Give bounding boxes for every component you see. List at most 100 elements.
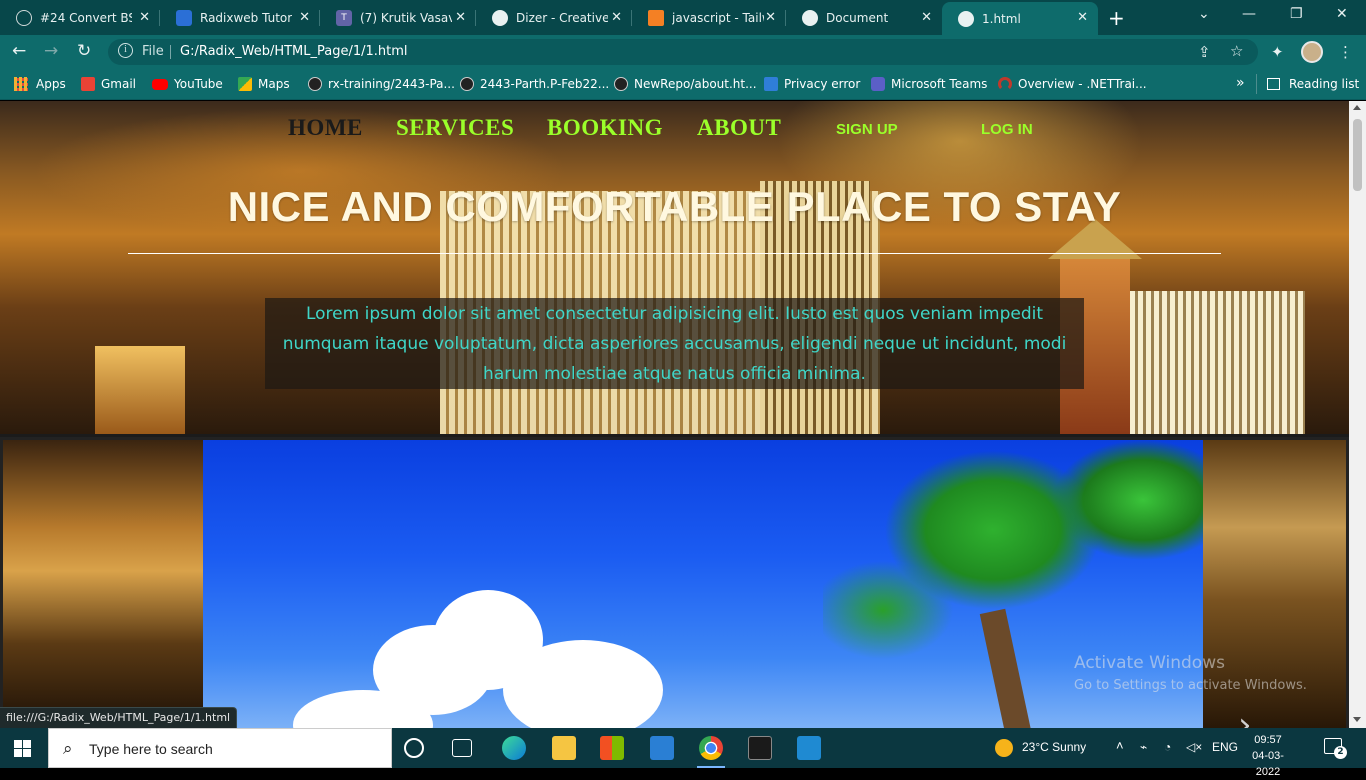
scroll-up-arrow-icon[interactable]	[1353, 105, 1361, 110]
more-bookmarks-button[interactable]: »	[1236, 75, 1245, 91]
bookmark-teams[interactable]: Microsoft Teams	[871, 77, 987, 91]
reading-list-button[interactable]: Reading list	[1267, 77, 1359, 91]
search-placeholder: Type here to search	[89, 741, 213, 757]
weather-sun-icon[interactable]	[995, 739, 1013, 757]
windows-taskbar: ⌕ Type here to search 23°C Sunny ˄ ⌁ ◔ ◁…	[0, 728, 1366, 778]
tab-6-active[interactable]: 1.html ✕	[942, 2, 1098, 35]
taskbar-clock[interactable]: 09:57 04-03-2022	[1248, 732, 1288, 780]
bookmark-2443-parth[interactable]: 2443-Parth.P-Feb22...	[460, 77, 609, 91]
menu-dots-icon[interactable]: ⋮	[1338, 43, 1353, 61]
nav-booking[interactable]: BOOKING	[547, 115, 663, 141]
tab-title: javascript - Tailwi	[672, 10, 764, 25]
tab-0[interactable]: #24 Convert BS p ✕	[0, 0, 160, 35]
tab-search-chevron-icon[interactable]: ⌄	[1198, 6, 1210, 22]
notification-center-icon[interactable]: 2	[1324, 738, 1347, 759]
scroll-down-arrow-icon[interactable]	[1353, 717, 1361, 722]
close-icon[interactable]: ✕	[455, 10, 466, 25]
edge-icon[interactable]	[502, 736, 526, 760]
url-text[interactable]: G:/Radix_Web/HTML_Page/1/1.html	[180, 44, 408, 59]
minimize-button[interactable]: —	[1242, 6, 1256, 22]
volume-muted-icon[interactable]: ◁×	[1186, 740, 1202, 754]
tray-chevron-icon[interactable]: ˄	[1116, 738, 1124, 753]
bookmark-apps[interactable]: Apps	[14, 77, 66, 91]
signup-link[interactable]: SIGN UP	[836, 121, 898, 138]
chrome-icon[interactable]	[697, 736, 725, 768]
weather-text[interactable]: 23°C Sunny	[1022, 740, 1086, 754]
tab-title: Document	[826, 10, 889, 25]
tab-1[interactable]: Radixweb Tutoria ✕	[160, 0, 320, 35]
page-scrollbar[interactable]	[1349, 101, 1366, 728]
bookmark-label: Maps	[258, 77, 290, 91]
bookmark-privacy-error[interactable]: Privacy error	[764, 77, 860, 91]
reading-list-icon	[1267, 78, 1280, 90]
mail-icon[interactable]	[650, 736, 674, 760]
share-icon[interactable]: ⇪	[1198, 43, 1211, 61]
bookmark-label: Microsoft Teams	[891, 77, 988, 91]
bookmark-label: rx-training/2443-Pa...	[328, 77, 455, 91]
headline-divider	[128, 253, 1221, 254]
bookmark-overview[interactable]: Overview - .NETTrai...	[998, 77, 1147, 91]
address-bar[interactable]: i File G:/Radix_Web/HTML_Page/1/1.html ⇪…	[108, 39, 1258, 65]
bookmark-gmail[interactable]: Gmail	[81, 77, 136, 91]
nav-services[interactable]: SERVICES	[396, 115, 514, 141]
back-button[interactable]: ←	[12, 41, 26, 61]
close-icon[interactable]: ✕	[139, 10, 150, 25]
bookmark-maps[interactable]: Maps	[238, 77, 290, 91]
restore-button[interactable]: ❐	[1290, 6, 1303, 22]
reload-button[interactable]: ↻	[77, 41, 91, 61]
close-icon[interactable]: ✕	[921, 10, 932, 25]
page-viewport: HOME SERVICES BOOKING ABOUT SIGN UP LOG …	[0, 101, 1349, 728]
cortana-icon[interactable]	[404, 738, 424, 758]
windows-start-icon[interactable]	[14, 740, 31, 757]
bookmark-label: Privacy error	[784, 77, 861, 91]
gmail-icon	[81, 77, 95, 91]
maps-icon	[238, 77, 252, 91]
tab-3[interactable]: Dizer - Creative F ✕	[476, 0, 632, 35]
github-icon	[16, 9, 32, 26]
new-tab-button[interactable]: +	[1108, 6, 1125, 30]
info-icon[interactable]: i	[118, 43, 133, 58]
youtube-icon	[152, 78, 168, 90]
bookmark-star-icon[interactable]: ☆	[1230, 42, 1243, 60]
forward-button[interactable]: →	[44, 41, 58, 61]
tab-5[interactable]: Document ✕	[786, 0, 942, 35]
language-indicator[interactable]: ENG	[1212, 740, 1238, 754]
tab-2[interactable]: T (7) Krutik Vasava ✕	[320, 0, 476, 35]
nav-home[interactable]: HOME	[288, 115, 363, 141]
globe-icon	[492, 9, 508, 26]
bookmark-youtube[interactable]: YouTube	[152, 77, 223, 91]
microsoft-store-icon[interactable]	[600, 736, 624, 760]
carousel-active-slide-image	[203, 440, 1203, 728]
github-icon	[460, 77, 474, 91]
task-view-icon[interactable]	[452, 739, 472, 757]
close-icon[interactable]: ✕	[299, 10, 310, 25]
login-link[interactable]: LOG IN	[981, 121, 1033, 138]
close-icon[interactable]: ✕	[611, 10, 622, 25]
carousel-prev-slide-image[interactable]	[3, 440, 203, 728]
nav-about[interactable]: ABOUT	[697, 115, 781, 141]
cloud-shape	[503, 640, 663, 728]
bookmark-newrepo[interactable]: NewRepo/about.ht...	[614, 77, 757, 91]
extensions-icon[interactable]: ✦	[1271, 43, 1284, 61]
teams-icon: T	[336, 9, 352, 26]
divider	[170, 45, 171, 59]
close-icon[interactable]: ✕	[765, 10, 776, 25]
tab-4[interactable]: javascript - Tailwi ✕	[632, 0, 786, 35]
bookmark-rx-training[interactable]: rx-training/2443-Pa...	[308, 77, 455, 91]
status-bar-url: file:///G:/Radix_Web/HTML_Page/1/1.html	[0, 707, 238, 728]
profile-avatar[interactable]	[1301, 41, 1323, 63]
activate-windows-subtitle: Go to Settings to activate Windows.	[1074, 678, 1307, 693]
file-explorer-icon[interactable]	[552, 736, 576, 760]
carousel-next-arrow-icon[interactable]: ›	[1238, 705, 1252, 728]
wifi-icon[interactable]: ◔	[1164, 740, 1171, 754]
taskbar-search-box[interactable]: ⌕ Type here to search	[48, 728, 392, 768]
scrollbar-thumb[interactable]	[1353, 119, 1362, 191]
radixweb-icon	[176, 9, 192, 26]
close-icon[interactable]: ✕	[1077, 10, 1088, 25]
teams-icon	[871, 77, 885, 91]
vscode-icon[interactable]	[797, 736, 821, 760]
close-window-button[interactable]: ✕	[1336, 6, 1348, 22]
terminal-icon[interactable]	[748, 736, 772, 760]
network-icon[interactable]: ⌁	[1140, 740, 1147, 754]
bookmark-label: NewRepo/about.ht...	[634, 77, 757, 91]
